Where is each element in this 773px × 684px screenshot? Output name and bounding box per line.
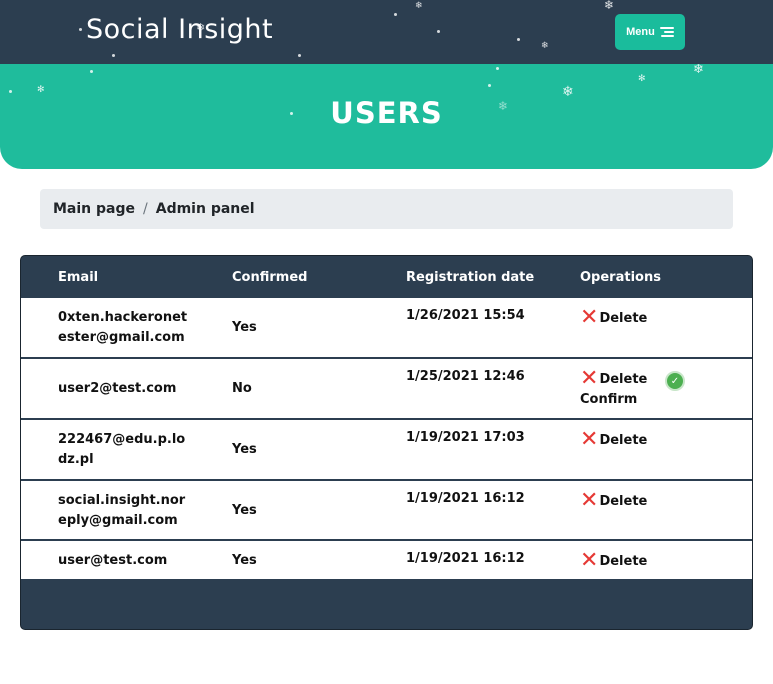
column-header-operations: Operations	[580, 269, 661, 285]
menu-label: Menu	[626, 26, 655, 38]
registration-date: 1/19/2021 16:12	[406, 551, 525, 566]
confirmed-status: Yes	[232, 502, 257, 518]
snowflake-icon: ✻	[638, 73, 646, 83]
table-row: social.insight.noreply@gmail.com Yes 1/1…	[21, 480, 752, 540]
snow-dot	[496, 67, 499, 70]
user-email: 222467@edu.p.lodz.pl	[58, 432, 186, 467]
confirm-check-icon[interactable]: ✓	[665, 371, 685, 391]
table-header-row: Email Confirmed Registration date Operat…	[21, 256, 752, 298]
snowflake-icon: ❄	[604, 0, 615, 12]
delete-link[interactable]: Delete	[599, 494, 647, 509]
user-email: user2@test.com	[58, 381, 177, 396]
confirmed-status: Yes	[232, 552, 257, 568]
delete-link[interactable]: Delete	[599, 554, 647, 569]
delete-x-icon[interactable]: ✕	[580, 429, 598, 451]
menu-button[interactable]: Menu	[615, 14, 685, 50]
snow-dot	[517, 38, 520, 41]
operations-cell: ✕ Delete	[580, 481, 752, 512]
snow-dot	[112, 54, 115, 57]
user-email: user@test.com	[58, 553, 168, 568]
registration-date: 1/25/2021 12:46	[406, 369, 525, 384]
breadcrumb: Main page / Admin panel	[40, 189, 733, 229]
confirmed-status: No	[232, 381, 252, 396]
registration-date: 1/19/2021 17:03	[406, 430, 525, 445]
column-header-email: Email	[58, 269, 99, 285]
snow-dot	[394, 13, 397, 16]
page-title: USERS	[330, 96, 443, 130]
confirmed-status: Yes	[232, 320, 257, 335]
app-logo[interactable]: Social Insight	[86, 14, 273, 45]
snow-dot	[298, 54, 301, 57]
table-row: 222467@edu.p.lodz.pl Yes 1/19/2021 17:03…	[21, 419, 752, 480]
breadcrumb-separator: /	[143, 201, 148, 217]
snow-dot	[9, 90, 12, 93]
delete-x-icon[interactable]: ✕	[580, 550, 598, 572]
menu-icon	[659, 26, 674, 38]
snow-dot	[488, 84, 491, 87]
users-table: Email Confirmed Registration date Operat…	[20, 255, 753, 630]
operations-cell: ✕ Delete	[580, 541, 752, 572]
user-email: social.insight.noreply@gmail.com	[58, 493, 186, 528]
snowflake-icon: ❄	[693, 64, 704, 76]
snowflake-icon: ✻	[37, 84, 45, 94]
top-navbar: ❄ ❄ ❄ ❄ Social Insight Menu	[0, 0, 773, 64]
table-row: user@test.com Yes 1/19/2021 16:12 ✕ Delet…	[21, 540, 752, 580]
delete-x-icon[interactable]: ✕	[580, 368, 598, 390]
confirmed-status: Yes	[232, 442, 257, 457]
snow-dot	[437, 30, 440, 33]
registration-date: 1/19/2021 16:12	[406, 491, 525, 506]
delete-link[interactable]: Delete	[599, 433, 647, 448]
user-email: 0xten.hackeronetester@gmail.com	[58, 310, 188, 345]
delete-x-icon[interactable]: ✕	[580, 307, 598, 329]
table-row: 0xten.hackeronetester@gmail.com Yes 1/26…	[21, 298, 752, 358]
confirm-link[interactable]: Confirm	[580, 392, 637, 407]
table-row: user2@test.com No 1/25/2021 12:46 ✕ Delet…	[21, 358, 752, 419]
operations-cell: ✕ Delete Confirm ✓	[580, 359, 752, 409]
registration-date: 1/26/2021 15:54	[406, 308, 525, 323]
breadcrumb-admin-panel: Admin panel	[155, 201, 255, 217]
column-header-confirmed: Confirmed	[232, 269, 308, 285]
operations-cell: ✕ Delete	[580, 420, 752, 451]
delete-link[interactable]: Delete	[599, 372, 647, 387]
breadcrumb-main-page[interactable]: Main page	[53, 201, 135, 217]
delete-x-icon[interactable]: ✕	[580, 490, 598, 512]
operations-cell: ✕ Delete	[580, 298, 752, 329]
delete-link[interactable]: Delete	[599, 311, 647, 326]
snow-dot	[79, 28, 82, 31]
snowflake-icon: ❄	[415, 0, 423, 10]
page-header-banner: ✻ ❄ ❄ ✻ ❄ USERS	[0, 64, 773, 169]
snow-dot	[90, 70, 93, 73]
snowflake-icon: ❄	[541, 40, 549, 50]
column-header-registration-date: Registration date	[406, 269, 535, 285]
